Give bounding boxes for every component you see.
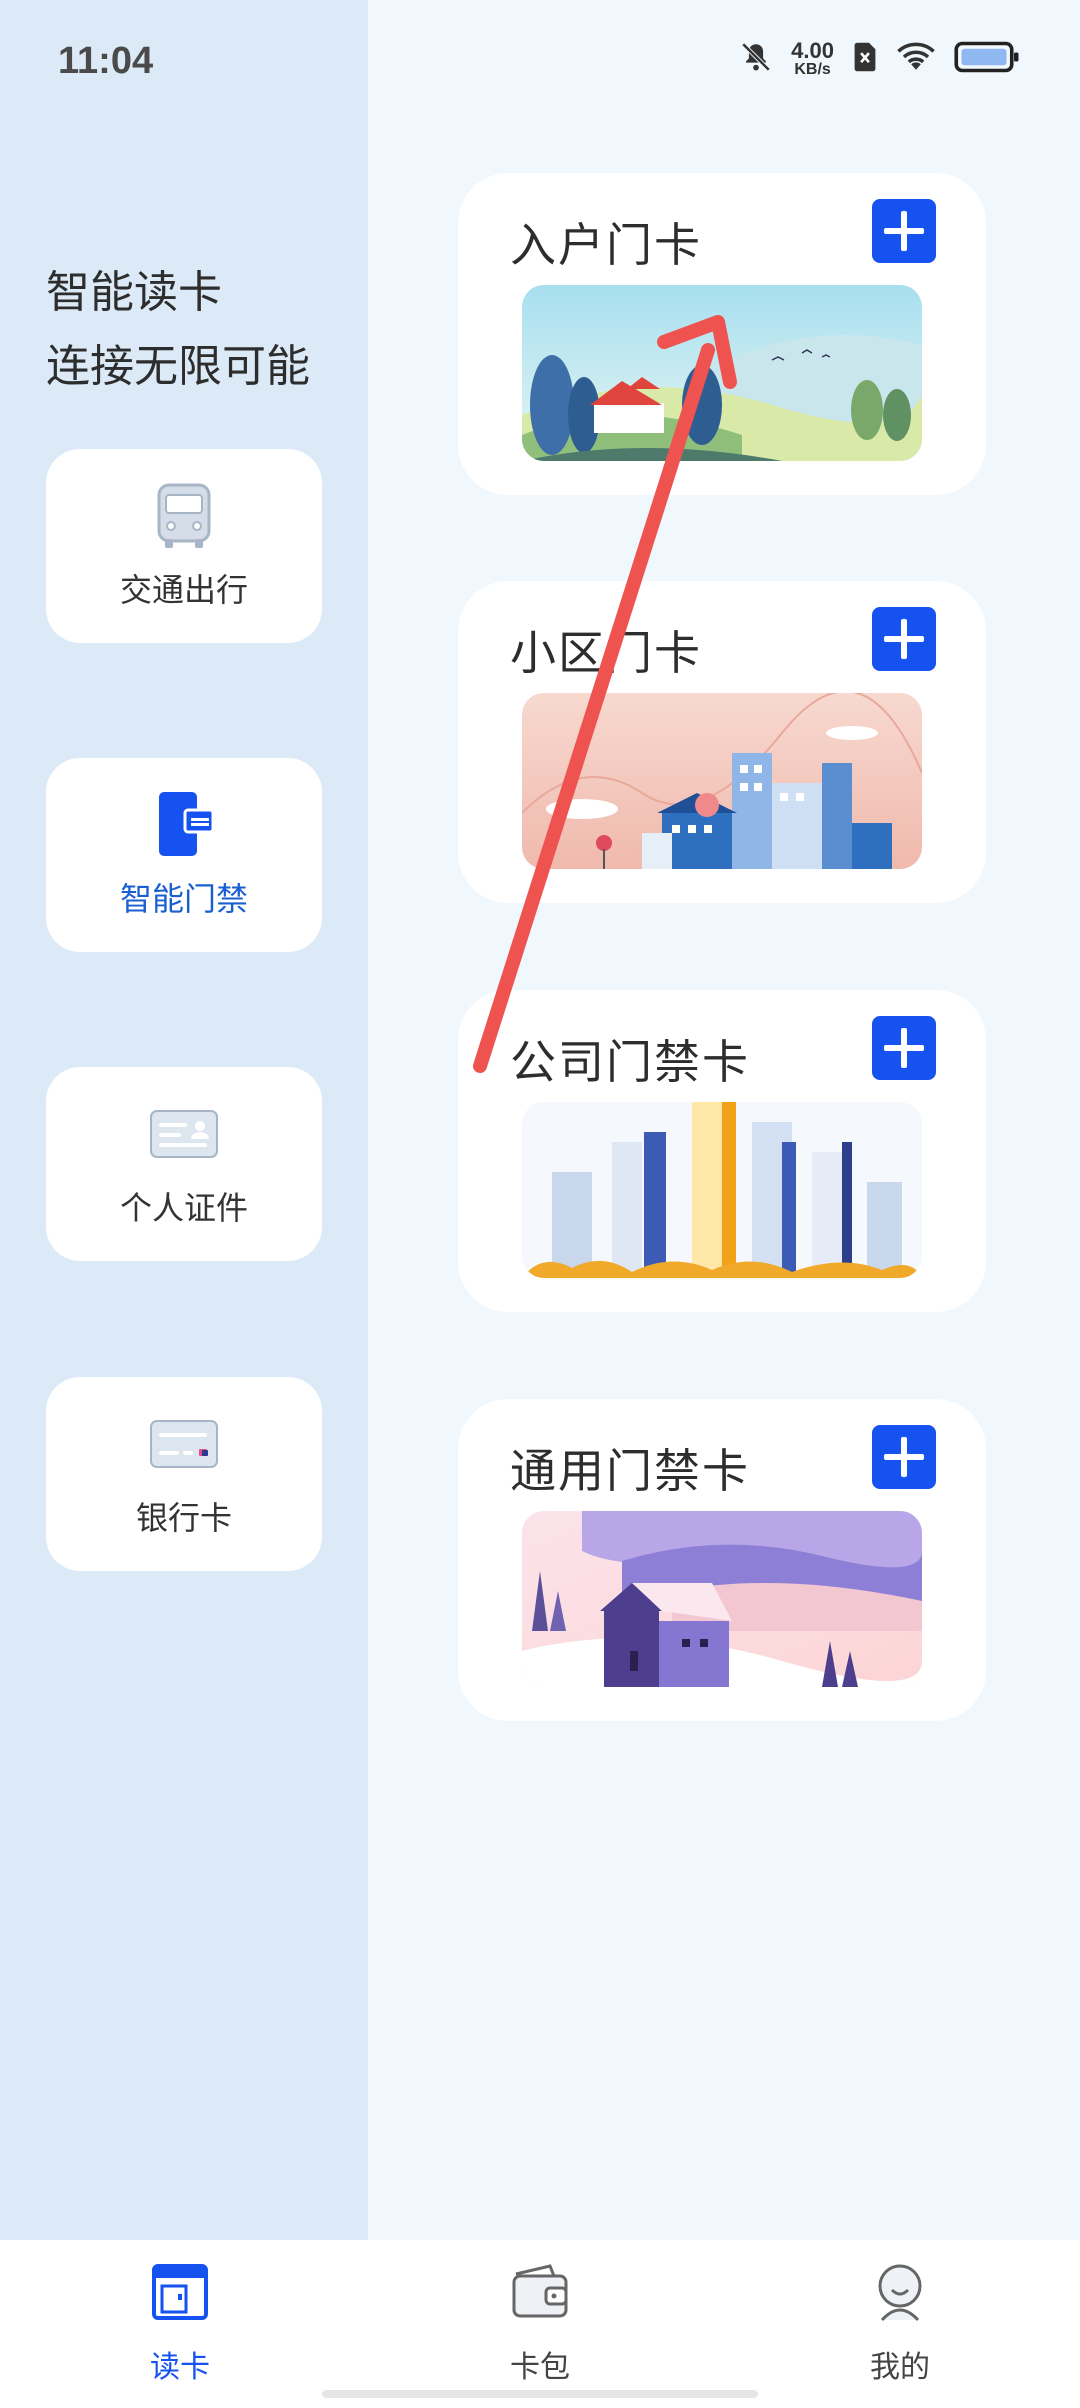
nav-profile-label: 我的 — [870, 2350, 930, 2385]
card-title: 公司门禁卡 — [510, 1035, 750, 1089]
category-id-label: 个人证件 — [119, 1189, 248, 1227]
sim-off-icon — [852, 41, 878, 77]
category-transit[interactable]: 交通出行 — [46, 449, 322, 643]
bank-card-icon — [149, 1409, 219, 1479]
category-sidebar: 智能读卡 连接无限可能 交通出行 智能门禁 个人证件 银行卡 — [0, 0, 368, 2240]
category-smart-access[interactable]: 智能门禁 — [46, 758, 322, 952]
card-title: 小区门卡 — [510, 626, 702, 680]
category-id[interactable]: 个人证件 — [46, 1067, 322, 1261]
status-bar: 11:04 4.00 KB/s — [0, 0, 1080, 120]
mute-bell-icon — [739, 40, 773, 78]
status-time: 11:04 — [58, 40, 154, 82]
bottom-nav: 读卡 卡包 我的 — [0, 2240, 1080, 2408]
plus-icon[interactable] — [872, 607, 936, 671]
net-speed-unit: KB/s — [794, 61, 831, 78]
nav-read-card[interactable]: 读卡 — [80, 2260, 280, 2386]
battery-icon — [954, 40, 1020, 78]
nav-profile[interactable]: 我的 — [800, 2260, 1000, 2386]
status-icons: 4.00 KB/s — [739, 40, 1020, 78]
net-speed: 4.00 KB/s — [791, 40, 834, 78]
card-general-door[interactable]: 通用门禁卡 — [458, 1399, 986, 1721]
slogan-line-1: 智能读卡 — [46, 267, 222, 318]
home-indicator[interactable] — [322, 2390, 758, 2398]
snow-house-illustration — [522, 1511, 922, 1687]
category-bank-card[interactable]: 银行卡 — [46, 1377, 322, 1571]
slogan-line-2: 连接无限可能 — [46, 341, 310, 392]
card-title: 入户门卡 — [510, 218, 702, 272]
nav-wallet-label: 卡包 — [510, 2350, 570, 2385]
id-card-icon — [149, 1099, 219, 1169]
nav-read-card-label: 读卡 — [150, 2350, 210, 2385]
slogan: 智能读卡 连接无限可能 — [46, 256, 310, 404]
plus-icon[interactable] — [872, 199, 936, 263]
bus-icon — [149, 481, 219, 551]
card-reader-icon — [148, 2260, 212, 2328]
category-bank-card-label: 银行卡 — [135, 1499, 232, 1537]
wifi-icon — [896, 41, 936, 77]
plus-icon[interactable] — [872, 1016, 936, 1080]
wallet-icon — [508, 2260, 572, 2328]
door-card-icon — [149, 790, 219, 860]
community-illustration — [522, 693, 922, 869]
card-community-door[interactable]: 小区门卡 — [458, 581, 986, 903]
card-home-door[interactable]: 入户门卡 — [458, 173, 986, 495]
profile-icon — [868, 2260, 932, 2328]
nav-wallet[interactable]: 卡包 — [440, 2260, 640, 2386]
category-transit-label: 交通出行 — [119, 571, 248, 609]
plus-icon[interactable] — [872, 1425, 936, 1489]
office-towers-illustration — [522, 1102, 922, 1278]
net-speed-value: 4.00 — [791, 38, 834, 63]
card-company-door[interactable]: 公司门禁卡 — [458, 990, 986, 1312]
countryside-illustration — [522, 285, 922, 461]
category-smart-access-label: 智能门禁 — [119, 880, 248, 918]
card-title: 通用门禁卡 — [510, 1444, 750, 1498]
